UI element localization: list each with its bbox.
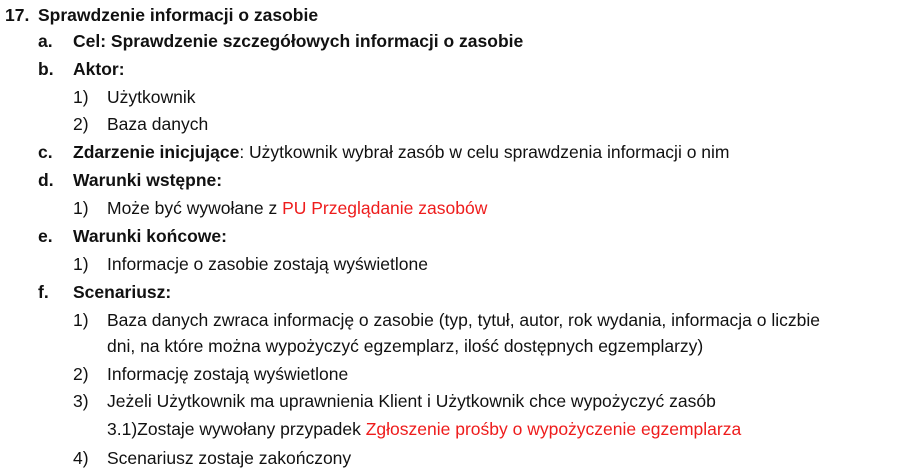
item-e1-marker: 1) xyxy=(73,254,89,274)
item-f-label: Scenariusz: xyxy=(73,282,172,302)
item-f-marker: f. xyxy=(38,282,49,302)
item-c-line: Zdarzenie inicjujące: Użytkownik wybrał … xyxy=(73,142,730,162)
item-b2-text: Baza danych xyxy=(107,114,209,134)
item-f2-text: Informację zostają wyświetlone xyxy=(107,364,349,384)
item-c-label: Zdarzenie inicjujące xyxy=(73,142,240,162)
item-f3-1-line: 3.1)Zostaje wywołany przypadek Zgłoszeni… xyxy=(107,419,741,439)
heading-title: Sprawdzenie informacji o zasobie xyxy=(38,5,319,25)
item-d1-text: Może być wywołane z xyxy=(107,198,283,218)
link-pu-przegladanie-zasobow[interactable]: PU Przeglądanie zasobów xyxy=(282,198,487,218)
item-b-label: Aktor: xyxy=(73,59,125,79)
item-f4-marker: 4) xyxy=(73,448,89,468)
heading-number: 17. xyxy=(5,5,30,25)
item-f1-text-line1: Baza danych zwraca informację o zasobie … xyxy=(107,310,820,330)
item-b2-marker: 2) xyxy=(73,114,89,134)
item-f3-marker: 3) xyxy=(73,391,89,411)
item-f3-text: Jeżeli Użytkownik ma uprawnienia Klient … xyxy=(107,391,716,411)
item-f3-1-text: Zostaje wywołany przypadek xyxy=(137,419,366,439)
item-d-label: Warunki wstępne: xyxy=(73,170,223,190)
item-b1-text: Użytkownik xyxy=(107,87,196,107)
item-a-text: Cel: Sprawdzenie szczegółowych informacj… xyxy=(73,31,524,51)
item-f3-1-marker: 3.1) xyxy=(107,419,138,439)
item-d1-marker: 1) xyxy=(73,198,89,218)
item-b1-marker: 1) xyxy=(73,87,89,107)
item-d1-line: Może być wywołane z PU Przeglądanie zaso… xyxy=(107,198,487,218)
item-e-label: Warunki końcowe: xyxy=(73,226,227,246)
item-b-marker: b. xyxy=(38,59,54,79)
item-d-marker: d. xyxy=(38,170,54,190)
item-f4-text: Scenariusz zostaje zakończony xyxy=(107,448,352,468)
item-a-marker: a. xyxy=(38,31,53,51)
item-e1-text: Informacje o zasobie zostają wyświetlone xyxy=(107,254,428,274)
link-zgloszenie-prosby[interactable]: Zgłoszenie prośby o wypożyczenie egzempl… xyxy=(366,419,741,439)
item-f1-marker: 1) xyxy=(73,310,89,330)
item-c-marker: c. xyxy=(38,142,53,162)
item-c-text: : Użytkownik wybrał zasób w celu sprawdz… xyxy=(239,142,730,162)
item-f2-marker: 2) xyxy=(73,364,89,384)
item-f1-text-line2: dni, na które można wypożyczyć egzemplar… xyxy=(107,336,704,356)
item-e-marker: e. xyxy=(38,226,53,246)
